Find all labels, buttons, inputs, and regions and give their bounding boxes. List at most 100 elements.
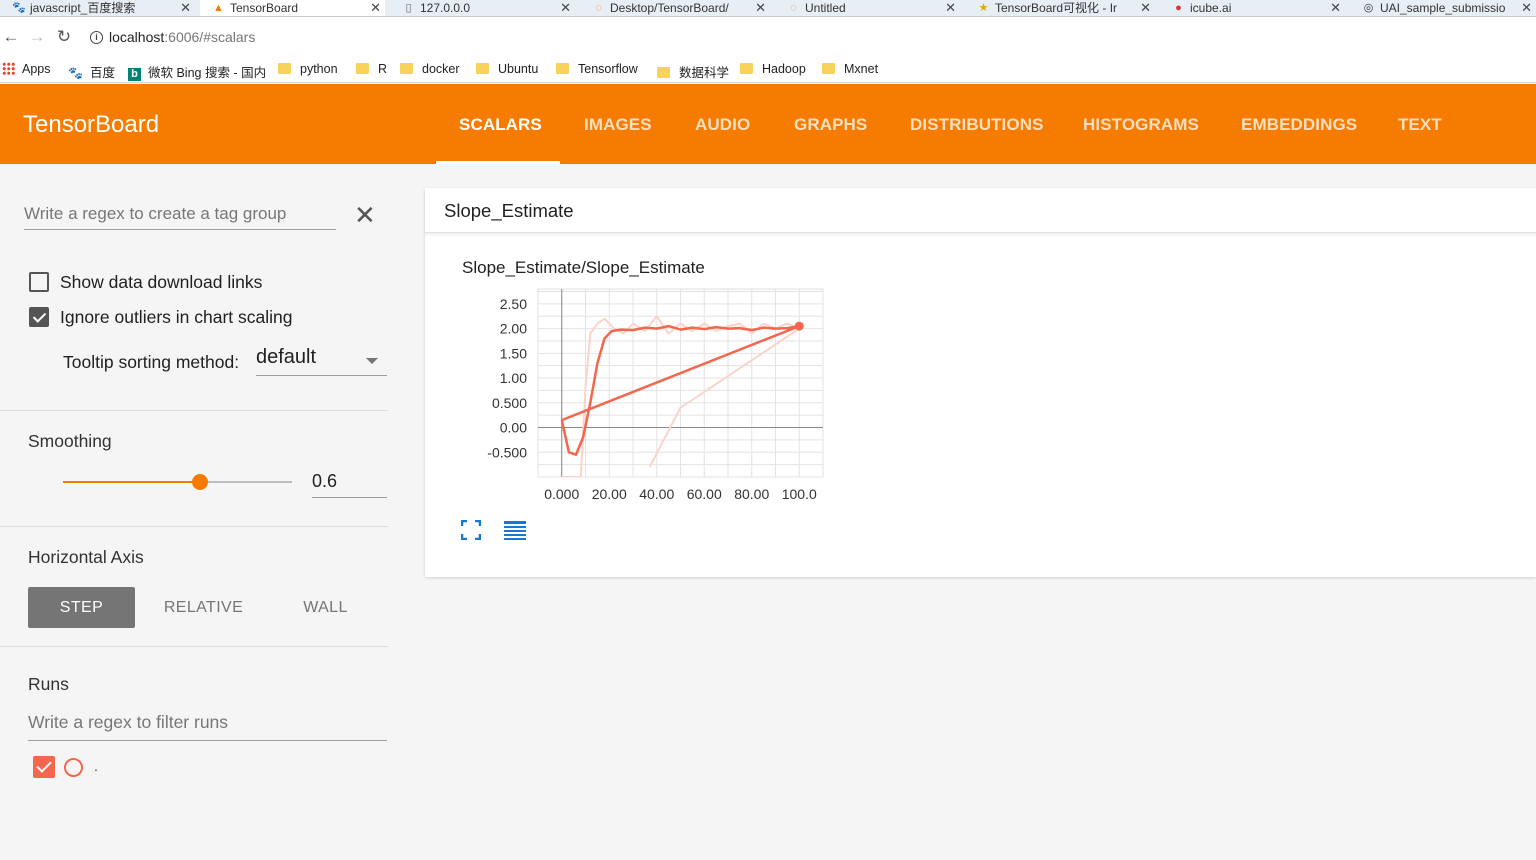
- browser-tabstrip: 🐾 javascript_百度搜索 ✕ ▲ TensorBoard ✕ ▯ 127.0.0.0…: [0, 0, 1536, 17]
- tab-text[interactable]: TEXT: [1398, 115, 1442, 135]
- close-tab-icon[interactable]: ✕: [1140, 0, 1151, 16]
- browser-tab[interactable]: ● icube.ai ✕: [1160, 0, 1345, 16]
- page-icon: ▯: [405, 2, 412, 14]
- runs-filter-input[interactable]: Write a regex to filter runs: [28, 712, 387, 741]
- ignore-outliers-label: Ignore outliers in chart scaling: [60, 307, 293, 327]
- browser-tab-title: TensorBoard: [230, 1, 299, 15]
- y-tick-label: 2.00: [500, 321, 527, 337]
- tab-histograms[interactable]: HISTOGRAMS: [1083, 115, 1199, 135]
- chart-title: Slope_Estimate/Slope_Estimate: [462, 258, 705, 277]
- bookmark-item[interactable]: Mxnet: [822, 62, 878, 76]
- y-tick-label: 1.50: [500, 345, 527, 361]
- divider: [0, 646, 388, 647]
- bookmark-item[interactable]: docker: [400, 62, 460, 76]
- tab-images[interactable]: IMAGES: [584, 115, 652, 135]
- star-icon: ★: [978, 2, 989, 14]
- url-path: :6006/#scalars: [164, 29, 256, 45]
- close-tab-icon[interactable]: ✕: [945, 0, 956, 16]
- axis-step-button[interactable]: STEP: [28, 587, 135, 628]
- close-tab-icon[interactable]: ✕: [1521, 0, 1532, 16]
- smoothing-value-input[interactable]: 0.6: [312, 466, 387, 498]
- tab-embeddings[interactable]: EMBEDDINGS: [1241, 115, 1357, 135]
- bookmark-item[interactable]: b 微软 Bing 搜索 - 国内: [128, 62, 266, 81]
- browser-tab-title: Untitled: [805, 1, 846, 15]
- divider: [0, 410, 388, 411]
- apps-grid-icon: [2, 62, 15, 75]
- tab-audio[interactable]: AUDIO: [695, 115, 750, 135]
- tab-graphs[interactable]: GRAPHS: [794, 115, 867, 135]
- card-header[interactable]: Slope_Estimate: [425, 188, 1536, 233]
- url-text[interactable]: localhost:6006/#scalars: [109, 29, 255, 45]
- github-icon: ◎: [1363, 2, 1374, 14]
- scalar-chart[interactable]: 2.50 2.00 1.50 1.00 0.500 0.00 -0.500 0.000 20.0…: [425, 278, 845, 508]
- bookmark-item[interactable]: 🐾 百度: [68, 62, 115, 81]
- run-name: .: [94, 758, 98, 774]
- browser-tab[interactable]: ▯ 127.0.0.0 ✕: [390, 0, 575, 16]
- data-table-icon[interactable]: [503, 520, 527, 540]
- scalar-card: Slope_Estimate Slope_Estimate/Slope_Esti…: [425, 188, 1536, 577]
- close-tab-icon[interactable]: ✕: [560, 0, 571, 16]
- bookmarks-bar: Apps 🐾 百度 b 微软 Bing 搜索 - 国内 python Rdocker Ubun…: [0, 57, 1536, 83]
- bookmark-item[interactable]: Hadoop: [740, 62, 806, 76]
- tensorboard-icon: ▲: [213, 2, 224, 14]
- chevron-down-icon: [366, 358, 378, 364]
- x-tick-label: 80.00: [734, 486, 769, 502]
- slider-knob[interactable]: [192, 474, 209, 490]
- bookmark-item[interactable]: python: [278, 62, 338, 76]
- browser-tab[interactable]: ▲ TensorBoard ✕: [200, 0, 385, 16]
- close-tab-icon[interactable]: ✕: [370, 0, 381, 16]
- close-tab-icon[interactable]: ✕: [1330, 0, 1341, 16]
- bookmark-item[interactable]: R: [356, 62, 387, 76]
- browser-tab-title: javascript_百度搜索: [30, 1, 136, 15]
- active-tab-indicator: [436, 161, 560, 164]
- bookmark-item[interactable]: Ubuntu: [476, 62, 538, 76]
- bookmark-item[interactable]: 数据科学: [657, 62, 729, 81]
- browser-tab[interactable]: ★ TensorBoard可视化 - Ir ✕: [965, 0, 1155, 16]
- ignore-outliers-checkbox[interactable]: [29, 307, 49, 327]
- bookmark-label: docker: [422, 62, 460, 76]
- browser-tab[interactable]: ◌ Desktop/TensorBoard/ ✕: [580, 0, 770, 16]
- smoothing-title: Smoothing: [28, 431, 112, 451]
- address-bar: ← → ↻ i localhost:6006/#scalars: [0, 17, 1536, 57]
- reload-icon[interactable]: ↻: [53, 27, 75, 47]
- bookmark-label: Ubuntu: [498, 62, 539, 76]
- browser-tab-title: TensorBoard可视化 - Ir: [995, 1, 1118, 15]
- folder-icon: [556, 63, 569, 74]
- url-field[interactable]: i localhost:6006/#scalars: [84, 23, 1536, 51]
- axis-relative-button[interactable]: RELATIVE: [150, 587, 257, 628]
- bookmark-label: 数据科学: [679, 66, 730, 80]
- tooltip-sorting-select[interactable]: default: [256, 346, 387, 376]
- run-radio[interactable]: [64, 758, 83, 777]
- icube-icon: ●: [1175, 2, 1182, 14]
- browser-tab-title: icube.ai: [1190, 1, 1232, 15]
- x-tick-label: 60.00: [687, 486, 722, 502]
- browser-tab[interactable]: ◌ Untitled ✕: [775, 0, 960, 16]
- bookmark-item[interactable]: Apps: [2, 62, 51, 76]
- tag-regex-input[interactable]: Write a regex to create a tag group: [24, 200, 336, 230]
- browser-tab-title: Desktop/TensorBoard/: [610, 1, 729, 15]
- browser-tab[interactable]: 🐾 javascript_百度搜索 ✕: [0, 0, 195, 16]
- info-icon[interactable]: i: [90, 31, 103, 44]
- tab-scalars[interactable]: SCALARS: [459, 115, 542, 135]
- paw-icon: 🐾: [68, 66, 83, 80]
- folder-icon: [740, 63, 753, 74]
- back-icon[interactable]: ←: [0, 27, 22, 47]
- close-tab-icon[interactable]: ✕: [755, 0, 766, 16]
- close-icon[interactable]: ✕: [354, 202, 376, 228]
- tab-distributions[interactable]: DISTRIBUTIONS: [910, 115, 1044, 135]
- smoothing-slider[interactable]: [63, 474, 292, 490]
- axis-wall-button[interactable]: WALL: [272, 587, 379, 628]
- show-download-checkbox[interactable]: [29, 272, 49, 292]
- x-tick-label: 40.00: [639, 486, 674, 502]
- browser-tab-title: 127.0.0.0: [420, 1, 471, 15]
- url-host: localhost: [109, 29, 165, 45]
- forward-icon[interactable]: →: [26, 27, 48, 47]
- fullscreen-icon[interactable]: [461, 520, 481, 540]
- paw-icon: 🐾: [12, 2, 26, 14]
- close-tab-icon[interactable]: ✕: [180, 0, 191, 16]
- browser-tab[interactable]: ◎ UAI_sample_submissio ✕: [1350, 0, 1536, 16]
- y-tick-label: 2.50: [500, 296, 527, 312]
- bookmark-item[interactable]: Tensorflow: [556, 62, 638, 76]
- run-checkbox[interactable]: [33, 756, 55, 778]
- jupyter-icon: ◌: [595, 2, 602, 14]
